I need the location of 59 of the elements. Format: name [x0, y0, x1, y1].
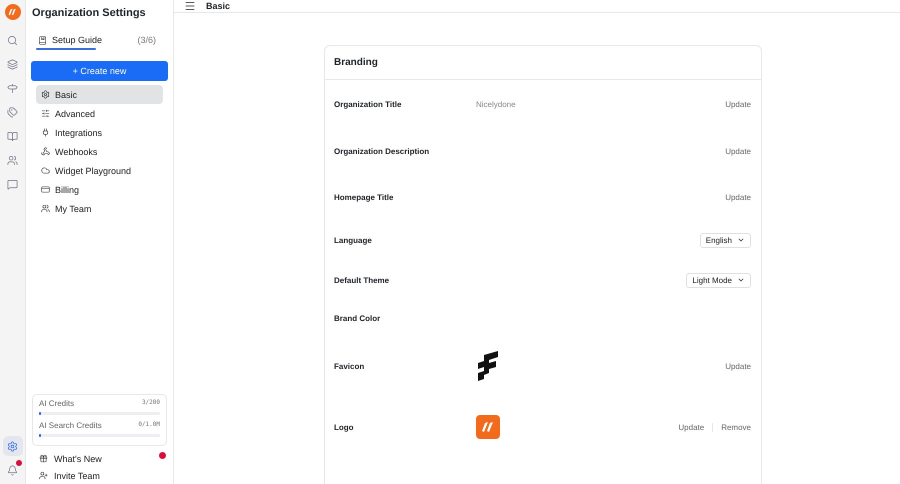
chat-icon: [7, 178, 18, 190]
bookmark-icon: [38, 36, 47, 44]
menu-icon[interactable]: [184, 0, 196, 12]
nav-item[interactable]: Basic: [36, 85, 163, 104]
plug-icon: [41, 128, 50, 137]
card-icon: [41, 185, 50, 194]
card-title: Branding: [325, 46, 761, 80]
tag-icon: [7, 106, 18, 118]
signpost-icon: [7, 82, 18, 94]
search-icon: [7, 34, 18, 46]
bell-icon: [7, 464, 18, 476]
create-new-button[interactable]: + Create new: [31, 61, 168, 81]
credits-label: AI Credits: [39, 399, 74, 408]
gift-icon: [39, 454, 48, 463]
action-link[interactable]: Update: [717, 192, 751, 202]
cloud-icon: [41, 166, 50, 175]
nav-item[interactable]: Widget Playground: [36, 161, 163, 180]
footer-link[interactable]: What's New: [31, 450, 168, 467]
field-label: Logo: [334, 422, 355, 432]
action-link[interactable]: Update: [717, 100, 751, 108]
action-link[interactable]: Update: [670, 422, 712, 432]
nav-item[interactable]: Advanced: [36, 104, 163, 123]
page-title: Basic: [206, 1, 230, 11]
settings-icon: [7, 440, 18, 452]
field-label: Homepage Title: [334, 192, 394, 202]
users-icon: [41, 204, 50, 213]
rail-button[interactable]: [2, 436, 22, 456]
nav-item[interactable]: Integrations: [36, 123, 163, 142]
logo-icon: [476, 415, 500, 439]
settings-icon: [41, 90, 50, 99]
user-plus-icon: [39, 471, 48, 480]
nav-item[interactable]: Webhooks: [36, 142, 163, 161]
webhook-icon: [41, 147, 50, 156]
field-label: Favicon: [334, 362, 366, 370]
logo-icon: [476, 351, 500, 381]
chevron-down-icon: [737, 276, 745, 284]
nav-item[interactable]: My Team: [36, 199, 163, 218]
field-label: Organization Title: [334, 100, 402, 108]
setup-guide-tab[interactable]: Setup Guide (3/6): [33, 25, 161, 48]
field-label: Organization Description: [334, 146, 430, 156]
footer-link[interactable]: Invite Team: [31, 467, 168, 484]
dropdown[interactable]: Light Mode: [686, 272, 751, 288]
sidebar-title: Organization Settings: [31, 6, 147, 21]
layers-icon: [7, 58, 18, 70]
logo-icon: [4, 4, 20, 20]
action-link[interactable]: Update: [717, 146, 751, 156]
action-link[interactable]: Remove: [712, 422, 751, 432]
action-link[interactable]: Update: [717, 362, 751, 370]
chevron-down-icon: [737, 236, 745, 244]
nav-item[interactable]: Billing: [36, 180, 163, 199]
sliders-icon: [41, 109, 50, 118]
dropdown[interactable]: English: [700, 232, 751, 248]
field-label: Language: [334, 236, 373, 244]
users-icon: [7, 154, 18, 166]
book-icon: [7, 130, 18, 142]
field-label: Default Theme: [334, 276, 390, 284]
field-value: Nicelydone: [476, 100, 516, 108]
credits-label: AI Search Credits: [39, 421, 102, 430]
field-label: Brand Color: [334, 314, 382, 322]
